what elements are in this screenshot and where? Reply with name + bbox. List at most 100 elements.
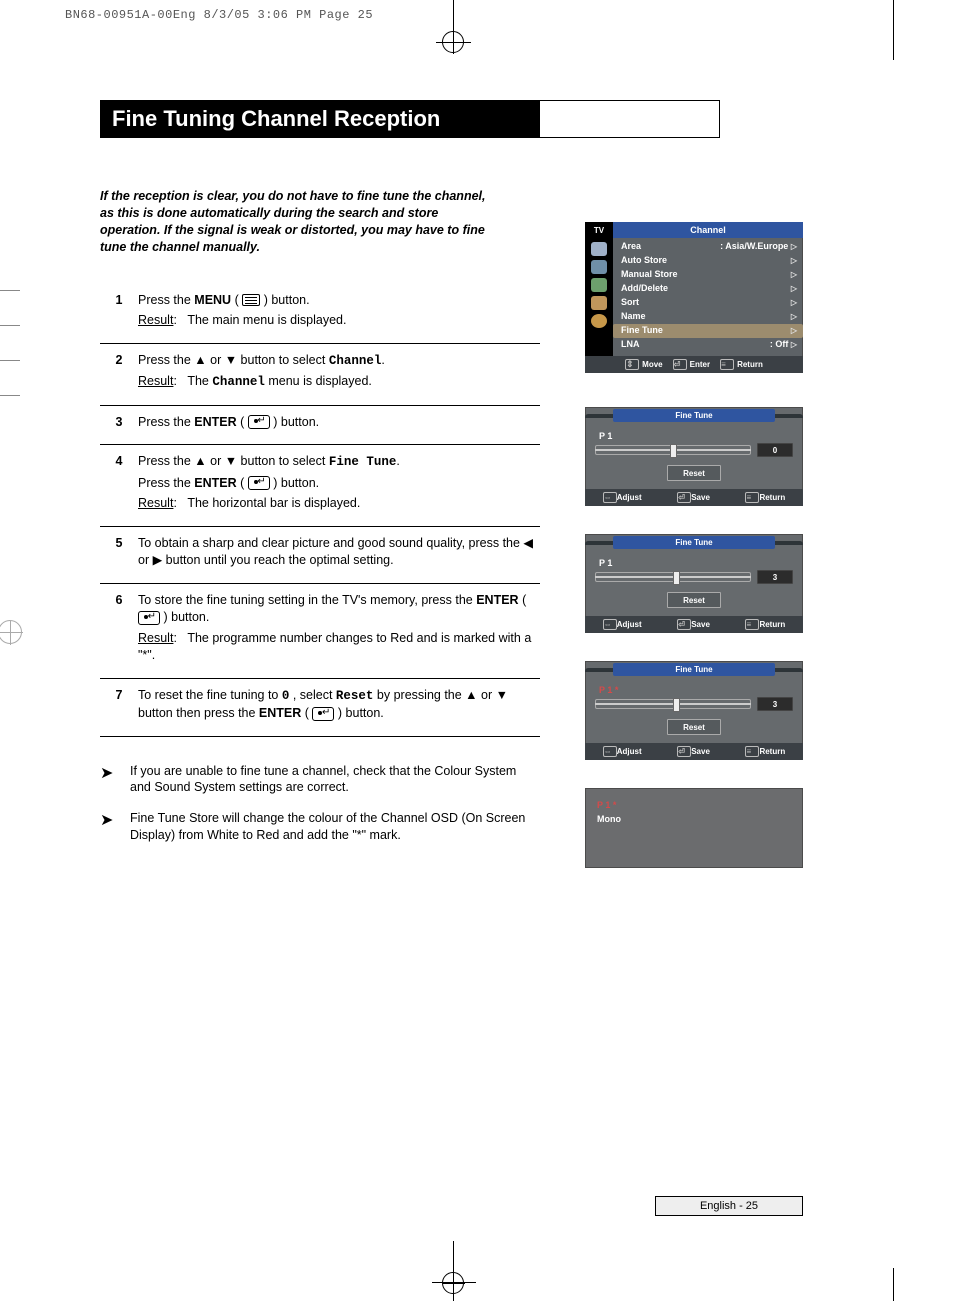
return-icon bbox=[720, 359, 734, 370]
text: ( bbox=[235, 293, 243, 307]
page-title: Fine Tuning Channel Reception bbox=[100, 100, 540, 138]
text: To reset the fine tuning to bbox=[138, 688, 282, 702]
text: Press the bbox=[138, 415, 194, 429]
text: Press the bbox=[138, 293, 194, 307]
result-text: The programme number changes to Red and … bbox=[138, 631, 531, 663]
osd-slider[interactable]: 0 bbox=[585, 443, 803, 457]
osd-program-number-stored: P 1 * bbox=[585, 677, 803, 697]
text: ( bbox=[240, 415, 248, 429]
note-2: Fine Tune Store will change the colour o… bbox=[100, 810, 540, 844]
text: Press the bbox=[138, 476, 194, 490]
enter-icon bbox=[312, 707, 334, 721]
osd-foot-adjust: Adjust bbox=[617, 747, 642, 756]
osd-item-value: : Asia/W.Europe bbox=[720, 241, 788, 251]
osd-side-icon bbox=[591, 278, 607, 292]
enter-label: ENTER bbox=[476, 593, 518, 607]
result-label: Result bbox=[138, 374, 173, 388]
step-7: 7 To reset the fine tuning to 0 , select… bbox=[100, 678, 540, 737]
osd-sound-mode: Mono bbox=[597, 812, 791, 826]
enter-label: ENTER bbox=[194, 415, 236, 429]
chevron-right-icon: ▷ bbox=[791, 297, 797, 309]
running-head: BN68-00951A-00Eng 8/3/05 3:06 PM Page 25 bbox=[65, 8, 373, 22]
step-number: 5 bbox=[100, 535, 138, 573]
chevron-right-icon: ▷ bbox=[791, 255, 797, 267]
osd-foot-adjust: Adjust bbox=[617, 493, 642, 502]
osd-fine-tune-3: Fine Tune P 1 * 3 Reset Adjust Save Retu… bbox=[585, 661, 803, 760]
mono-text: Channel bbox=[329, 354, 382, 368]
return-icon bbox=[745, 746, 759, 757]
osd-footer: Adjust Save Return bbox=[585, 489, 803, 506]
menu-icon bbox=[242, 294, 260, 306]
osd-fine-tune-title: Fine Tune bbox=[613, 409, 775, 422]
enter-icon bbox=[677, 619, 691, 630]
note-1: If you are unable to fine tune a channel… bbox=[100, 763, 540, 797]
osd-fine-tune-title: Fine Tune bbox=[613, 663, 775, 676]
osd-footer: Adjust Save Return bbox=[585, 743, 803, 760]
osd-program-number: P 1 bbox=[585, 550, 803, 570]
mono-text: Reset bbox=[336, 689, 374, 703]
osd-foot-adjust: Adjust bbox=[617, 620, 642, 629]
text: , select bbox=[293, 688, 336, 702]
osd-item-value: : Off bbox=[770, 339, 789, 349]
osd-menu-item[interactable]: LNA: Off ▷ bbox=[621, 338, 797, 352]
mono-text: 0 bbox=[282, 689, 290, 703]
step-4: 4 Press the ▲ or ▼ button to select Fine… bbox=[100, 444, 540, 526]
osd-slider[interactable]: 3 bbox=[585, 697, 803, 711]
osd-side-icon bbox=[591, 296, 607, 310]
chevron-right-icon: ▷ bbox=[791, 311, 797, 323]
step-3: 3 Press the ENTER ( ) button. bbox=[100, 405, 540, 445]
pointer-icon bbox=[100, 810, 130, 844]
osd-reset-button[interactable]: Reset bbox=[667, 465, 721, 481]
osd-menu-item[interactable]: Sort ▷ bbox=[621, 296, 797, 310]
osd-menu-item[interactable]: Name▷ bbox=[621, 310, 797, 324]
osd-side-icon bbox=[591, 314, 607, 328]
text: ) button. bbox=[273, 415, 319, 429]
registration-mark-left bbox=[0, 620, 22, 644]
osd-item-label: Auto Store bbox=[621, 254, 667, 268]
page: BN68-00951A-00Eng 8/3/05 3:06 PM Page 25… bbox=[0, 0, 954, 1301]
osd-foot-return: Return bbox=[759, 747, 785, 756]
osd-menu-item[interactable]: Area: Asia/W.Europe ▷ bbox=[621, 240, 797, 254]
slider-knob[interactable] bbox=[673, 571, 680, 585]
leftright-icon bbox=[603, 619, 617, 630]
enter-icon bbox=[248, 476, 270, 490]
osd-menu-item[interactable]: Auto Store ▷ bbox=[621, 254, 797, 268]
mono-text: Channel bbox=[212, 375, 265, 389]
osd-program-number-stored: P 1 * bbox=[597, 798, 791, 812]
text: To obtain a sharp and clear picture and … bbox=[138, 535, 540, 570]
registration-mark bbox=[442, 1272, 464, 1294]
crop-mark bbox=[893, 1268, 894, 1301]
registration-mark bbox=[442, 31, 464, 53]
step-1: 1 Press the MENU ( ) button. Result: The… bbox=[100, 284, 540, 343]
slider-knob[interactable] bbox=[670, 444, 677, 458]
step-6: 6 To store the fine tuning setting in th… bbox=[100, 583, 540, 678]
enter-icon bbox=[138, 611, 160, 625]
step-number: 4 bbox=[100, 453, 138, 516]
osd-fine-tune-2: Fine Tune P 1 3 Reset Adjust Save Return bbox=[585, 534, 803, 633]
step-2: 2 Press the ▲ or ▼ button to select Chan… bbox=[100, 343, 540, 405]
osd-slider-value: 3 bbox=[757, 570, 793, 584]
enter-icon bbox=[677, 746, 691, 757]
osd-reset-button[interactable]: Reset bbox=[667, 719, 721, 735]
osd-foot-save: Save bbox=[691, 620, 710, 629]
slider-knob[interactable] bbox=[673, 698, 680, 712]
note-text: If you are unable to fine tune a channel… bbox=[130, 763, 540, 797]
osd-item-label: Sort bbox=[621, 296, 639, 310]
enter-icon bbox=[673, 359, 687, 370]
text: To store the fine tuning setting in the … bbox=[138, 593, 476, 607]
text: . bbox=[396, 454, 399, 468]
osd-slider[interactable]: 3 bbox=[585, 570, 803, 584]
page-number: English - 25 bbox=[655, 1196, 803, 1216]
osd-column: TV Channel Area: Asia/W.Europe ▷ Auto St… bbox=[585, 222, 803, 868]
osd-foot-move: Move bbox=[642, 360, 662, 369]
text: . bbox=[381, 353, 384, 367]
text: ( bbox=[522, 593, 526, 607]
chevron-right-icon: ▷ bbox=[791, 283, 797, 295]
return-icon bbox=[745, 619, 759, 630]
osd-foot-return: Return bbox=[759, 493, 785, 502]
text: ) button. bbox=[264, 293, 310, 307]
osd-menu-item[interactable]: Manual Store▷ bbox=[621, 268, 797, 282]
osd-menu-item-selected[interactable]: Fine Tune▷ bbox=[613, 324, 803, 338]
osd-menu-item[interactable]: Add/Delete▷ bbox=[621, 282, 797, 296]
osd-reset-button[interactable]: Reset bbox=[667, 592, 721, 608]
